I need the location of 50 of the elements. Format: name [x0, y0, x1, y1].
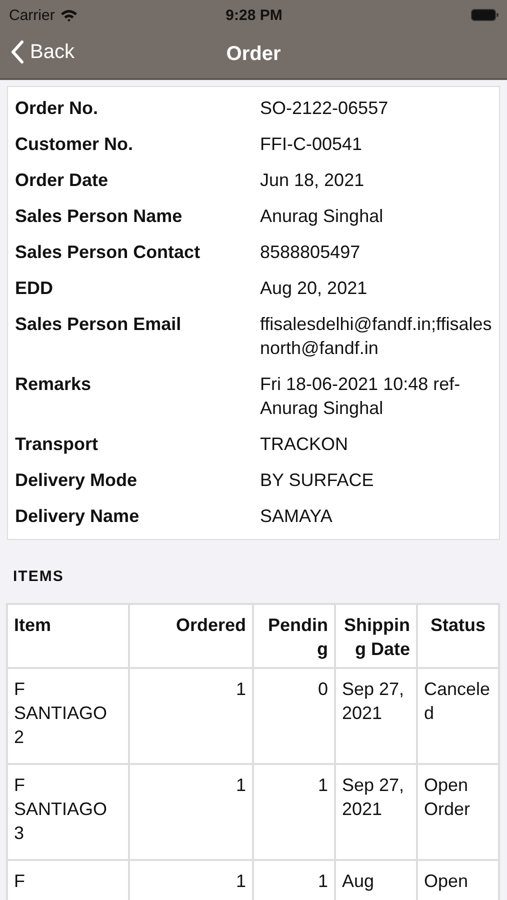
- column-header: Shipping Date: [336, 605, 416, 667]
- column-header: Item: [8, 605, 128, 667]
- table-cell: Open: [418, 861, 498, 900]
- column-header: Ordered: [130, 605, 252, 667]
- field-value: Fri 18-06-2021 10:48 ref-Anurag Singhal: [260, 373, 462, 420]
- field-value: BY SURFACE: [260, 469, 375, 492]
- column-header: Pending: [254, 605, 334, 667]
- field-value: ffisalesdelhi@fandf.in;ffisalesnorth@fandf.in: [260, 313, 492, 360]
- field-label: EDD: [15, 277, 54, 300]
- field-value: TRACKON: [260, 433, 350, 456]
- table-cell: Open Order: [418, 765, 498, 859]
- table-cell: Canceled: [418, 669, 498, 763]
- field-value: Aug 20, 2021: [260, 277, 368, 300]
- field-value: FFI-C-00541: [260, 133, 364, 156]
- table-cell: F: [8, 861, 128, 900]
- field-label: Delivery Mode: [15, 469, 138, 492]
- field-value: SO-2122-06557: [260, 97, 390, 120]
- field-value: Anurag Singhal: [260, 205, 384, 228]
- field-label: Sales Person Name: [15, 205, 184, 228]
- clock-time: 9:28 PM: [226, 6, 282, 24]
- carrier-label: Carrier: [9, 6, 55, 24]
- table-cell: 1: [130, 861, 252, 900]
- battery-icon: [471, 9, 500, 21]
- table-cell: 1: [254, 861, 334, 900]
- table-cell: 1: [254, 765, 334, 859]
- field-label: Order Date: [15, 169, 110, 192]
- table-cell: Sep 27, 2021: [336, 669, 416, 763]
- field-label: Sales Person Contact: [15, 241, 202, 264]
- field-label: Order No.: [15, 97, 100, 120]
- back-button[interactable]: Back: [10, 40, 74, 64]
- table-cell: 1: [130, 765, 252, 859]
- table-cell: Aug: [336, 861, 416, 900]
- field-label: Sales Person Email: [15, 313, 182, 336]
- table-cell: F SANTIAGO 3: [8, 765, 128, 859]
- field-value: 8588805497: [260, 241, 362, 264]
- section-heading: ITEMS: [13, 568, 65, 585]
- table-cell: 1: [130, 669, 252, 763]
- field-label: Customer No.: [15, 133, 134, 156]
- chevron-icon: [10, 40, 24, 64]
- screen-title: Order: [226, 42, 281, 66]
- field-value: SAMAYA: [260, 505, 334, 528]
- table-cell: 0: [254, 669, 334, 763]
- table-cell: Sep 27, 2021: [336, 765, 416, 859]
- field-value: Jun 18, 2021: [260, 169, 366, 192]
- column-header: Status: [418, 605, 498, 667]
- field-label: Remarks: [15, 373, 92, 396]
- field-label: Delivery Name: [15, 505, 140, 528]
- wifi-icon: [60, 8, 78, 22]
- field-label: Transport: [15, 433, 100, 456]
- table-cell: F SANTIAGO 2: [8, 669, 128, 763]
